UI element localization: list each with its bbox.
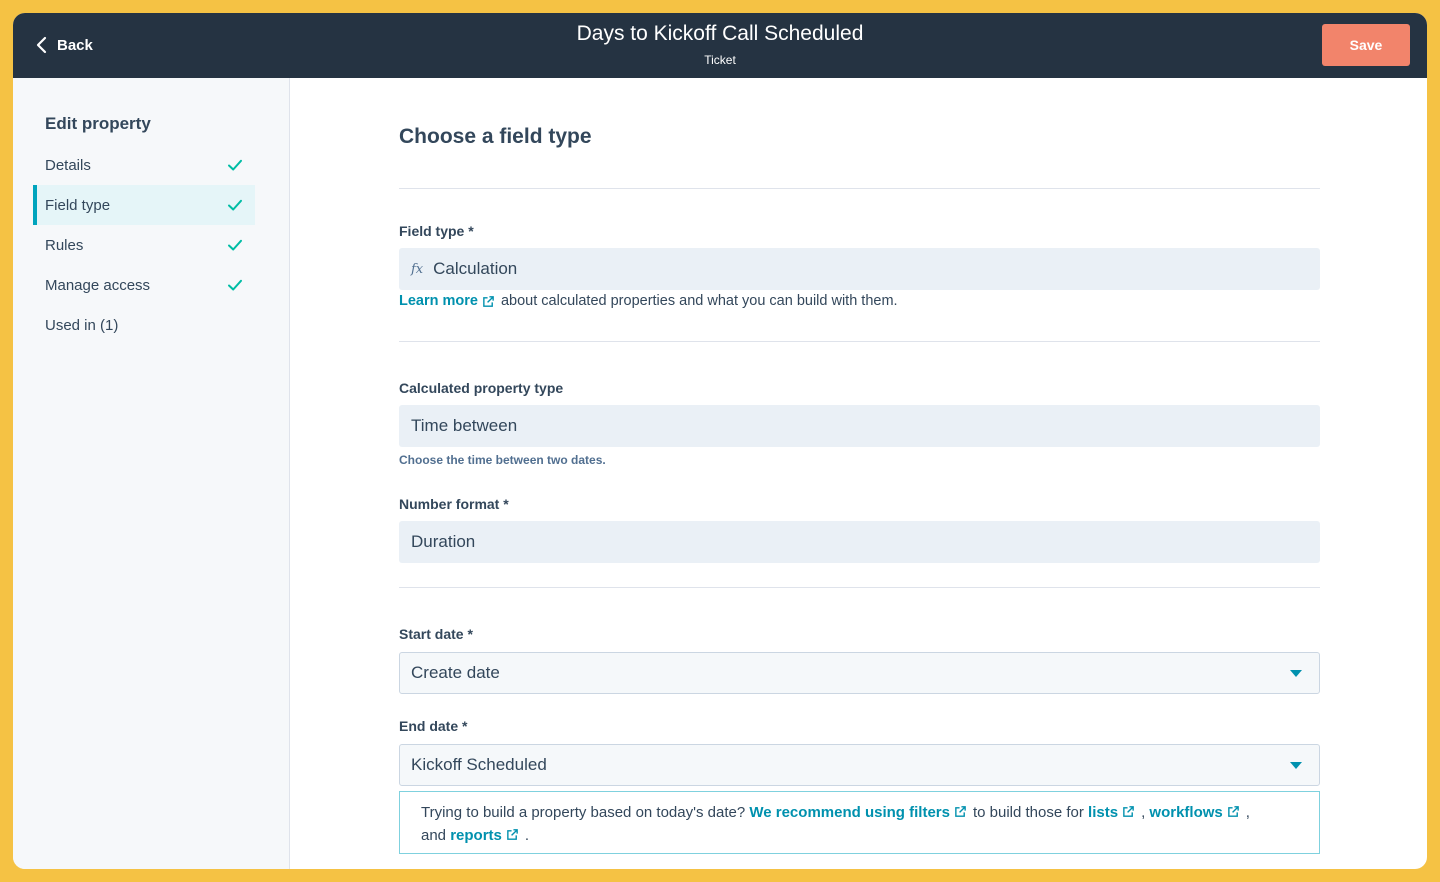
check-icon xyxy=(228,239,242,251)
lists-link[interactable]: lists xyxy=(1088,804,1118,821)
field-type-text: Calculation xyxy=(433,259,518,278)
helper-text: about calculated properties and what you… xyxy=(500,293,898,309)
sidebar-item-label: Used in (1) xyxy=(45,316,119,334)
app-window: Back Days to Kickoff Call Scheduled Tick… xyxy=(13,13,1427,869)
external-link-icon xyxy=(507,829,518,840)
divider xyxy=(399,188,1320,189)
caret-down-icon xyxy=(1290,762,1302,769)
section-heading: Choose a field type xyxy=(399,125,592,148)
reports-link[interactable]: reports xyxy=(450,827,502,844)
start-date-label: Start date * xyxy=(399,626,473,642)
learn-more-link[interactable]: Learn more xyxy=(399,293,478,309)
field-type-label: Field type * xyxy=(399,223,474,239)
divider xyxy=(399,341,1320,342)
check-icon xyxy=(228,159,242,171)
end-date-label: End date * xyxy=(399,718,468,734)
end-date-select[interactable]: Kickoff Scheduled xyxy=(399,744,1320,786)
sidebar-item-label: Field type xyxy=(45,196,111,214)
number-format-text: Duration xyxy=(411,532,476,551)
sidebar-item-rules[interactable]: Rules xyxy=(33,225,255,265)
sidebar-item-used-in[interactable]: Used in (1) xyxy=(33,305,255,345)
page-header: Days to Kickoff Call Scheduled Ticket xyxy=(13,21,1427,67)
main-content: Choose a field type Field type * fx Calc… xyxy=(291,78,1427,869)
check-icon xyxy=(228,279,242,291)
sidebar: Edit property Details Field type Rules M… xyxy=(13,78,290,869)
divider xyxy=(399,587,1320,588)
end-date-value: Kickoff Scheduled xyxy=(411,755,547,774)
notice-end: . xyxy=(524,827,530,844)
save-button[interactable]: Save xyxy=(1322,24,1410,66)
number-format-value: Duration xyxy=(399,521,1320,563)
external-link-icon xyxy=(1227,806,1239,817)
sidebar-item-label: Details xyxy=(45,156,91,174)
start-date-value: Create date xyxy=(411,663,500,682)
calc-type-text: Time between xyxy=(411,416,518,435)
sidebar-item-manage-access[interactable]: Manage access xyxy=(33,265,255,305)
external-link-icon xyxy=(955,806,966,817)
sidebar-item-field-type[interactable]: Field type xyxy=(33,185,255,225)
check-icon xyxy=(228,199,242,211)
info-notice: Trying to build a property based on toda… xyxy=(399,791,1320,854)
field-type-helper: Learn more about calculated properties a… xyxy=(399,293,898,309)
sidebar-item-label: Rules xyxy=(45,236,84,254)
start-date-select[interactable]: Create date xyxy=(399,652,1320,694)
calc-type-help: Choose the time between two dates. xyxy=(399,453,606,467)
top-bar: Back Days to Kickoff Call Scheduled Tick… xyxy=(13,13,1427,78)
sidebar-item-label: Manage access xyxy=(45,276,151,294)
number-format-label: Number format * xyxy=(399,496,509,512)
field-type-value: fx Calculation xyxy=(399,248,1320,290)
external-link-icon xyxy=(1123,806,1134,817)
notice-text: and xyxy=(421,827,447,844)
calc-type-label: Calculated property type xyxy=(399,380,564,396)
notice-separator: , xyxy=(1245,804,1250,821)
page-subtitle: Ticket xyxy=(704,53,736,67)
sidebar-nav: Details Field type Rules Manage access U… xyxy=(33,145,255,345)
external-link-icon xyxy=(483,295,494,307)
calc-type-value: Time between xyxy=(399,405,1320,447)
page-title: Days to Kickoff Call Scheduled xyxy=(576,22,864,45)
sidebar-heading: Edit property xyxy=(45,114,151,133)
caret-down-icon xyxy=(1290,670,1302,677)
sidebar-item-details[interactable]: Details xyxy=(33,145,255,185)
function-icon: fx xyxy=(411,261,424,277)
notice-text: Trying to build a property based on toda… xyxy=(421,804,746,821)
filters-link[interactable]: We recommend using filters xyxy=(749,804,950,821)
notice-separator: , xyxy=(1141,804,1146,821)
workflows-link[interactable]: workflows xyxy=(1149,804,1222,821)
notice-text: to build those for xyxy=(972,804,1084,821)
